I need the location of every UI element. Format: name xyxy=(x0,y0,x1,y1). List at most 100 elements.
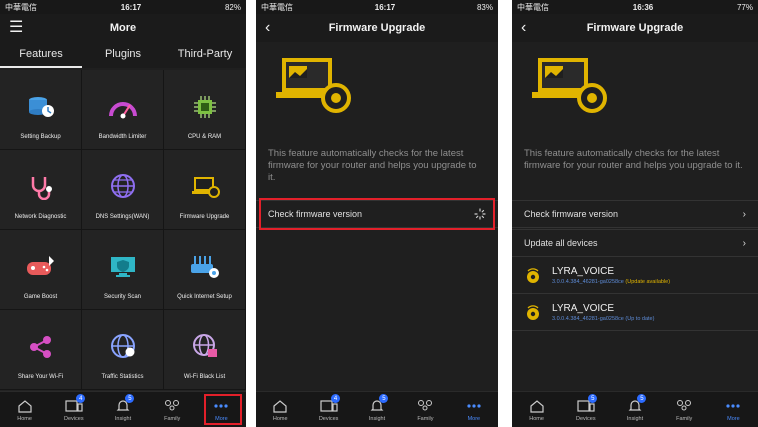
feature-label: Game Boost xyxy=(23,294,58,300)
firmware-upgrade-screen-checking: 中華電信 16:17 83% ‹ Firmware Upgrade This f… xyxy=(256,0,498,427)
nav-label: Family xyxy=(417,416,434,422)
status-bar: 中華電信 16:17 83% xyxy=(256,0,498,14)
nav-label: More xyxy=(727,416,740,422)
nav-devices[interactable]: 4 Devices xyxy=(304,392,352,427)
nav-devices[interactable]: 5 Devices xyxy=(561,392,610,427)
firmware-upgrade-screen-results: 中華電信 16:36 77% ‹ Firmware Upgrade This f… xyxy=(512,0,758,427)
nav-label: Devices xyxy=(576,416,596,422)
lyra-node-icon xyxy=(527,267,539,283)
family-icon xyxy=(677,400,692,411)
stethoscope-icon xyxy=(31,177,52,200)
nav-more[interactable]: More xyxy=(709,392,758,427)
feature-firmware-upgrade[interactable]: Firmware Upgrade xyxy=(164,150,246,230)
back-arrow-icon[interactable]: ‹ xyxy=(265,19,270,37)
home-icon xyxy=(529,400,544,413)
page-title: Firmware Upgrade xyxy=(328,22,426,34)
router-gear-icon xyxy=(190,256,219,278)
carrier-text: 中華電信 xyxy=(261,2,293,12)
hamburger-menu-icon[interactable]: ☰ xyxy=(9,19,23,37)
feature-dns-settings[interactable]: DNS Settings(WAN) xyxy=(82,150,164,230)
feature-share-wifi[interactable]: Share Your Wi-Fi xyxy=(0,310,82,390)
nav-insight[interactable]: 5 Insight xyxy=(353,392,401,427)
nav-label: More xyxy=(467,416,481,422)
nav-label: Home xyxy=(17,416,32,422)
highlight-more-tab xyxy=(204,394,242,425)
tab-features[interactable]: Features xyxy=(0,42,82,68)
nav-home[interactable]: Home xyxy=(512,392,561,427)
setting-backup-icon xyxy=(28,97,54,117)
devices-badge: 4 xyxy=(76,394,86,403)
device-row[interactable]: LYRA_VOICE 3.0.0.4.384_46281-ga0258ce (U… xyxy=(512,295,758,331)
feature-label: DNS Settings(WAN) xyxy=(95,214,150,220)
feature-label: Share Your Wi-Fi xyxy=(17,374,64,380)
page-title: More xyxy=(109,22,137,34)
update-all-row[interactable]: Update all devices › xyxy=(512,229,758,257)
nav-family[interactable]: Family xyxy=(148,392,197,427)
nav-family[interactable]: Family xyxy=(660,392,709,427)
nav-label: Insight xyxy=(368,416,386,422)
row-label: Check firmware version xyxy=(524,209,619,219)
feature-label: CPU & RAM xyxy=(187,134,222,140)
feature-bandwidth-limiter[interactable]: Bandwidth Limiter xyxy=(82,70,164,150)
status-bar: 中華電信 16:36 77% xyxy=(512,0,758,14)
nav-insight[interactable]: 5 Insight xyxy=(610,392,659,427)
nav-more[interactable]: More xyxy=(450,392,498,427)
nav-insight[interactable]: 5 Insight xyxy=(98,392,147,427)
lyra-node-icon xyxy=(527,304,539,320)
feature-label: Firmware Upgrade xyxy=(179,214,230,220)
battery-text: 82% xyxy=(224,2,241,12)
top-bar: ‹ Firmware Upgrade xyxy=(512,14,758,42)
clock-text: 16:17 xyxy=(374,2,396,12)
devices-badge: 5 xyxy=(588,394,598,403)
feature-wifi-black-list[interactable]: Wi-Fi Black List xyxy=(164,310,246,390)
feature-game-boost[interactable]: Game Boost xyxy=(0,230,82,310)
insight-badge: 5 xyxy=(637,394,647,403)
feature-setting-backup[interactable]: Setting Backup xyxy=(0,70,82,150)
feature-cpu-ram[interactable]: CPU & RAM xyxy=(164,70,246,150)
firmware-laptop-icon xyxy=(191,177,220,198)
feature-label: Network Diagnostic xyxy=(14,214,67,220)
back-arrow-icon[interactable]: ‹ xyxy=(521,19,526,37)
nav-family[interactable]: Family xyxy=(401,392,449,427)
device-status: (Update available) xyxy=(625,279,671,285)
insight-badge: 5 xyxy=(125,394,135,403)
feature-label: Quick Internet Setup xyxy=(177,294,232,300)
device-row[interactable]: LYRA_VOICE 3.0.0.4.384_46281-ga0258ce (U… xyxy=(512,258,758,294)
traffic-globe-icon xyxy=(110,334,135,358)
home-icon xyxy=(273,400,287,413)
feature-network-diagnostic[interactable]: Network Diagnostic xyxy=(0,150,82,230)
device-version: 3.0.0.4.384_46281-ga0258ce xyxy=(552,279,624,285)
device-version: 3.0.0.4.384_46281-ga0258ce xyxy=(552,316,624,322)
nav-home[interactable]: Home xyxy=(0,392,49,427)
clock-text: 16:36 xyxy=(632,2,654,12)
family-icon xyxy=(418,400,433,411)
feature-label: Traffic Statistics xyxy=(101,374,144,380)
share-icon xyxy=(29,336,51,358)
feature-security-scan[interactable]: Security Scan xyxy=(82,230,164,310)
check-firmware-row[interactable]: Check firmware version › xyxy=(512,200,758,228)
clock-text: 16:17 xyxy=(120,2,142,12)
feature-quick-internet-setup[interactable]: Quick Internet Setup xyxy=(164,230,246,310)
feature-label: Security Scan xyxy=(103,294,142,300)
bottom-nav: Home 5 Devices 5 Insight Family More xyxy=(512,391,758,427)
tab-plugins[interactable]: Plugins xyxy=(82,42,164,68)
features-grid: Setting Backup Bandwidth Limiter CPU & R… xyxy=(0,70,246,392)
more-screen: 中華電信 16:17 82% ☰ More Features Plugins T… xyxy=(0,0,246,427)
nav-label: Family xyxy=(676,416,693,422)
chevron-right-icon: › xyxy=(742,208,746,220)
nav-label: Insight xyxy=(114,416,132,422)
devices-badge: 4 xyxy=(331,394,341,403)
feature-description: This feature automatically checks for th… xyxy=(268,148,477,183)
tab-third-party[interactable]: Third-Party xyxy=(164,42,246,68)
home-icon xyxy=(17,400,32,413)
battery-text: 77% xyxy=(736,2,753,12)
nav-label: Insight xyxy=(626,416,644,422)
feature-traffic-statistics[interactable]: Traffic Statistics xyxy=(82,310,164,390)
globe-icon xyxy=(110,174,135,198)
nav-devices[interactable]: 4 Devices xyxy=(49,392,98,427)
firmware-hero-icon xyxy=(274,54,354,123)
device-name: LYRA_VOICE xyxy=(552,266,615,277)
device-name: LYRA_VOICE xyxy=(552,303,615,314)
nav-home[interactable]: Home xyxy=(256,392,304,427)
firmware-laptop-icon xyxy=(276,58,351,113)
